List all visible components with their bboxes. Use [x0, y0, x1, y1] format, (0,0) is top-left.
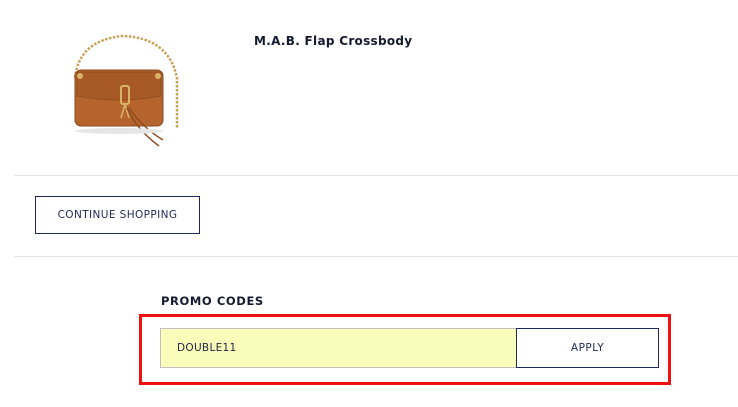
continue-shopping-button[interactable]: CONTINUE SHOPPING [35, 196, 200, 234]
promo-codes-title: PROMO CODES [161, 294, 264, 308]
product-image[interactable] [57, 0, 185, 158]
promo-code-input[interactable] [160, 328, 517, 368]
product-name[interactable]: M.A.B. Flap Crossbody [254, 34, 412, 48]
divider [14, 175, 738, 176]
apply-button[interactable]: APPLY [516, 328, 659, 368]
divider [14, 256, 738, 257]
crossbody-bag-image [73, 34, 179, 147]
